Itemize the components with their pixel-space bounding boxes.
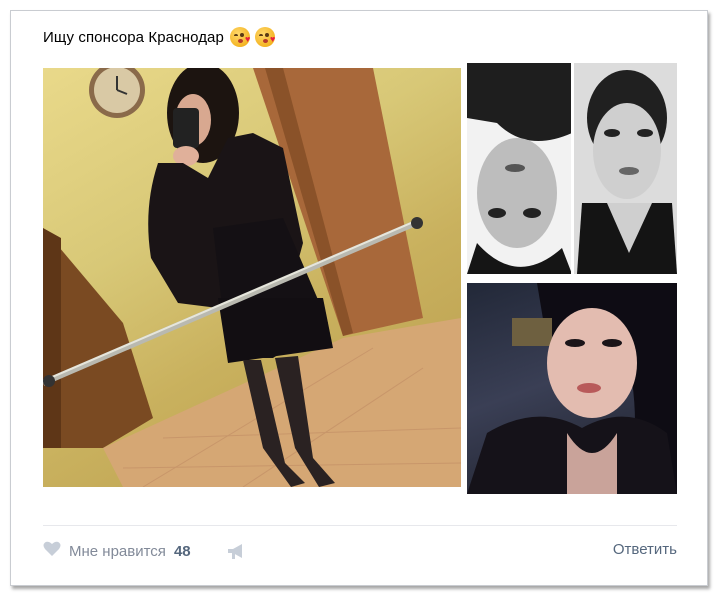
heart-icon [43, 541, 61, 562]
post-text: Ищу спонсора Краснодар ♥ ♥ [43, 27, 275, 47]
mirror-selfie-photo[interactable] [43, 68, 461, 487]
reply-button[interactable]: Ответить [613, 541, 677, 558]
dark-selfie-image [467, 283, 677, 494]
like-count: 48 [173, 543, 191, 560]
kissing-face-emoji-icon: ♥ [254, 27, 275, 47]
megaphone-icon [226, 544, 246, 565]
post-text-content: Ищу спонсора Краснодар [43, 28, 224, 46]
kissing-face-emoji-icon: ♥ [229, 27, 250, 47]
dark-selfie-photo[interactable] [467, 283, 677, 494]
like-label: Мне нравится [69, 543, 166, 560]
post-divider [43, 525, 677, 526]
upside-down-bw-selfie-image [467, 63, 677, 274]
like-button[interactable]: Мне нравится 48 [43, 541, 191, 562]
post-actions: Мне нравится 48 Ответить [43, 541, 677, 565]
mirror-selfie-image [43, 68, 461, 487]
wall-post-card: Ищу спонсора Краснодар ♥ ♥ Мне нравится … [10, 10, 708, 586]
share-button[interactable] [226, 543, 246, 566]
upside-down-bw-selfie-photo[interactable] [467, 63, 677, 274]
